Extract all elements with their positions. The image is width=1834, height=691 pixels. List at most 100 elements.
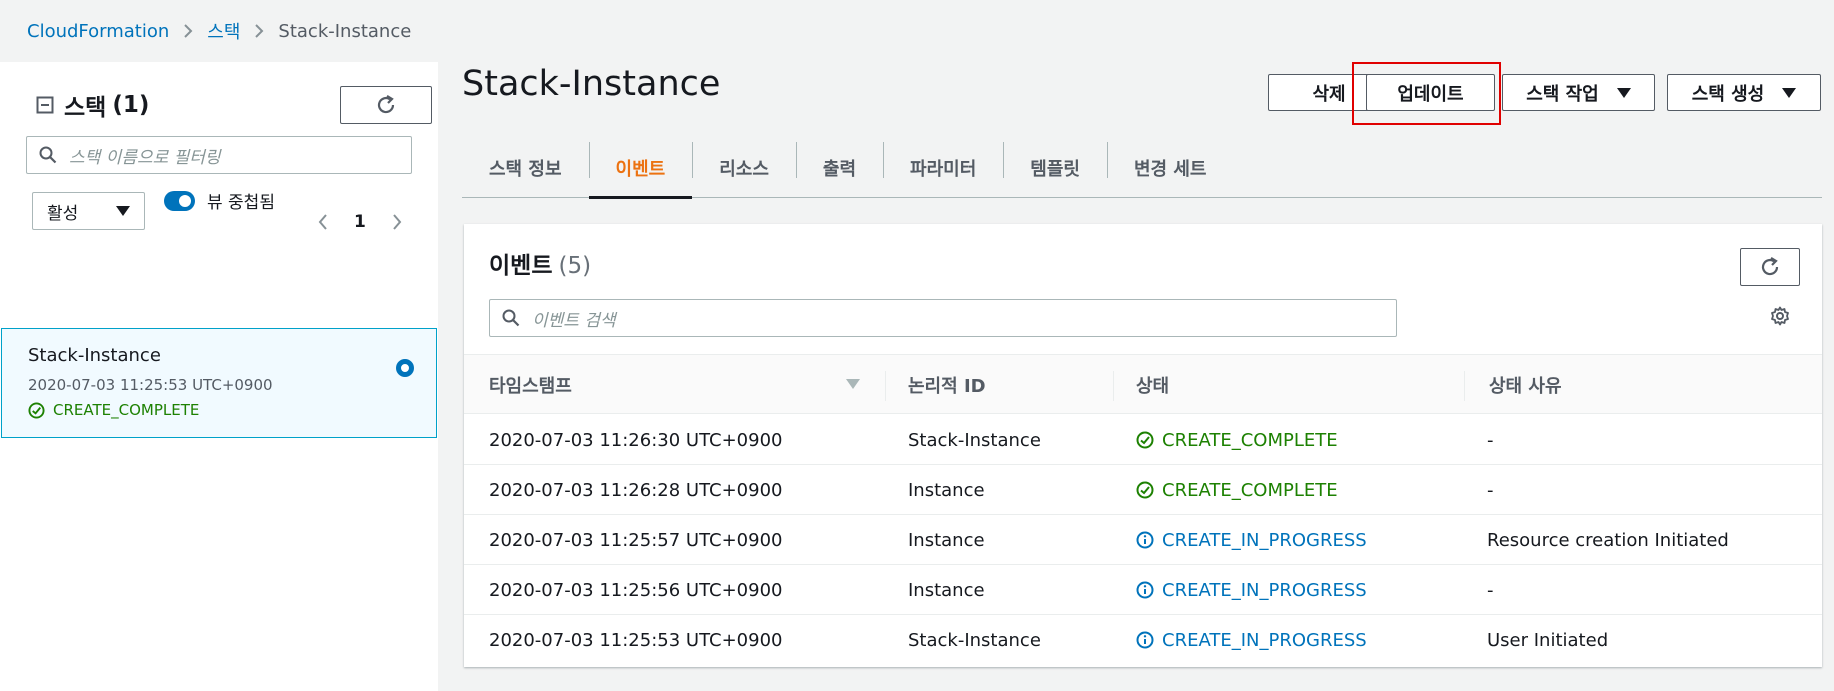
tab-outputs[interactable]: 출력 — [795, 138, 883, 198]
tab-label: 변경 세트 — [1133, 159, 1207, 180]
check-circle-icon — [1136, 481, 1154, 499]
info-circle-icon — [1136, 581, 1154, 599]
create-stack-label: 스택 생성 — [1691, 83, 1765, 105]
tab-resources[interactable]: 리소스 — [692, 138, 796, 198]
chevron-right-icon — [254, 23, 264, 39]
events-panel: 이벤트 (5) 이벤트 검색 타임스탬프 논리적 ID 상태 상태 사유 2020… — [464, 224, 1822, 667]
status-text: CREATE_IN_PROGRESS — [1162, 579, 1367, 601]
cell-timestamp: 2020-07-03 11:25:56 UTC+0900 — [489, 579, 783, 601]
tab-label: 이벤트 — [615, 159, 666, 180]
cell-logical-id: Stack-Instance — [908, 429, 1041, 451]
stack-status-select[interactable]: 활성 — [32, 192, 145, 230]
stack-select-radio[interactable] — [396, 359, 414, 377]
table-row: 2020-07-03 11:25:53 UTC+0900 Stack-Insta… — [464, 615, 1822, 665]
column-timestamp[interactable]: 타임스탬프 — [489, 355, 572, 415]
page-title: Stack-Instance — [462, 64, 721, 104]
cell-status-reason: User Initiated — [1487, 629, 1609, 651]
chevron-right-icon[interactable] — [392, 213, 402, 231]
breadcrumb-cloudformation[interactable]: CloudFormation — [27, 21, 169, 42]
cell-status: CREATE_COMPLETE — [1136, 415, 1338, 465]
page-number[interactable]: 1 — [354, 212, 366, 232]
events-search-input[interactable]: 이벤트 검색 — [489, 299, 1397, 337]
stack-name: Stack-Instance — [28, 345, 161, 366]
breadcrumb-current: Stack-Instance — [278, 20, 412, 42]
table-row: 2020-07-03 11:26:28 UTC+0900 Instance CR… — [464, 465, 1822, 515]
cell-status: CREATE_COMPLETE — [1136, 465, 1338, 515]
toggle-switch[interactable] — [164, 190, 195, 211]
stacks-search-input[interactable]: 스택 이름으로 필터링 — [26, 136, 412, 174]
cell-status-reason: Resource creation Initiated — [1487, 529, 1729, 551]
update-highlight-box — [1352, 62, 1501, 125]
column-status[interactable]: 상태 — [1136, 355, 1169, 415]
stacks-count: (1) — [112, 92, 150, 118]
cell-timestamp: 2020-07-03 11:26:28 UTC+0900 — [489, 479, 783, 501]
search-icon — [502, 309, 520, 327]
chevron-right-icon — [183, 23, 193, 39]
cell-logical-id: Stack-Instance — [908, 629, 1041, 651]
breadcrumb: CloudFormation 스택 Stack-Instance — [27, 18, 411, 44]
stacks-panel: 스택 (1) 스택 이름으로 필터링 활성 뷰 중첩됨 1 Stack-Inst… — [0, 62, 438, 691]
caret-down-icon — [116, 206, 130, 216]
stacks-title: 스택 — [64, 95, 107, 121]
status-text: CREATE_COMPLETE — [1162, 429, 1338, 451]
tab-label: 스택 정보 — [489, 159, 562, 180]
chevron-left-icon[interactable] — [318, 213, 328, 231]
refresh-icon — [1761, 257, 1779, 276]
tab-label: 템플릿 — [1030, 159, 1080, 180]
cell-timestamp: 2020-07-03 11:26:30 UTC+0900 — [489, 429, 783, 451]
cell-logical-id: Instance — [908, 479, 985, 501]
sort-caret-icon[interactable] — [846, 379, 860, 389]
nested-view-toggle[interactable]: 뷰 중첩됨 — [164, 188, 275, 213]
info-circle-icon — [1136, 531, 1154, 549]
tab-events[interactable]: 이벤트 — [588, 138, 693, 199]
events-search-placeholder: 이벤트 검색 — [532, 310, 616, 331]
cell-status-reason: - — [1487, 479, 1494, 501]
cell-status-reason: - — [1487, 429, 1494, 451]
tab-stack-info[interactable]: 스택 정보 — [462, 138, 589, 198]
stacks-panel-header: 스택 (1) — [36, 88, 149, 122]
gear-icon[interactable] — [1770, 306, 1790, 326]
nested-view-label: 뷰 중첩됨 — [207, 193, 275, 213]
cell-logical-id: Instance — [908, 579, 985, 601]
table-row: 2020-07-03 11:25:57 UTC+0900 Instance CR… — [464, 515, 1822, 565]
tab-parameters[interactable]: 파라미터 — [883, 138, 1003, 198]
tab-template[interactable]: 템플릿 — [1003, 138, 1107, 198]
stack-created-date: 2020-07-03 11:25:53 UTC+0900 — [28, 376, 273, 394]
refresh-icon — [377, 95, 395, 114]
status-text: CREATE_IN_PROGRESS — [1162, 529, 1367, 551]
table-row: 2020-07-03 11:25:56 UTC+0900 Instance CR… — [464, 565, 1822, 615]
cell-status: CREATE_IN_PROGRESS — [1136, 565, 1367, 615]
stack-actions-button[interactable]: 스택 작업 — [1502, 74, 1655, 111]
create-stack-button[interactable]: 스택 생성 — [1667, 74, 1821, 111]
check-circle-icon — [28, 401, 45, 419]
events-title-text: 이벤트 — [489, 253, 553, 279]
check-circle-icon — [1136, 431, 1154, 449]
breadcrumb-stacks[interactable]: 스택 — [207, 18, 240, 44]
tab-label: 파라미터 — [910, 159, 977, 180]
cell-status: CREATE_IN_PROGRESS — [1136, 515, 1367, 565]
tab-change-sets[interactable]: 변경 세트 — [1106, 138, 1234, 198]
cell-timestamp: 2020-07-03 11:25:57 UTC+0900 — [489, 529, 783, 551]
stack-status-text: CREATE_COMPLETE — [53, 401, 200, 419]
stack-detail-tabs: 스택 정보 이벤트 리소스 출력 파라미터 템플릿 변경 세트 — [462, 138, 1822, 199]
stack-status: CREATE_COMPLETE — [28, 401, 199, 419]
info-circle-icon — [1136, 631, 1154, 649]
stacks-refresh-button[interactable] — [340, 86, 432, 124]
status-text: CREATE_IN_PROGRESS — [1162, 629, 1367, 651]
events-table-header: 타임스탬프 논리적 ID 상태 상태 사유 — [464, 354, 1822, 414]
pagination: 1 — [318, 212, 402, 232]
events-count: (5) — [558, 253, 592, 279]
delete-button-label: 삭제 — [1312, 83, 1346, 105]
table-row: 2020-07-03 11:26:30 UTC+0900 Stack-Insta… — [464, 415, 1822, 465]
column-status-reason[interactable]: 상태 사유 — [1489, 355, 1562, 415]
stack-list-item[interactable]: Stack-Instance 2020-07-03 11:25:53 UTC+0… — [1, 328, 437, 438]
cell-logical-id: Instance — [908, 529, 985, 551]
caret-down-icon — [1616, 87, 1631, 98]
cell-status: CREATE_IN_PROGRESS — [1136, 615, 1367, 665]
cell-timestamp: 2020-07-03 11:25:53 UTC+0900 — [489, 629, 783, 651]
column-logical-id[interactable]: 논리적 ID — [908, 355, 986, 415]
events-title: 이벤트 (5) — [489, 246, 591, 280]
minus-square-icon[interactable] — [36, 96, 54, 114]
events-refresh-button[interactable] — [1740, 248, 1800, 286]
tab-label: 출력 — [822, 159, 857, 180]
